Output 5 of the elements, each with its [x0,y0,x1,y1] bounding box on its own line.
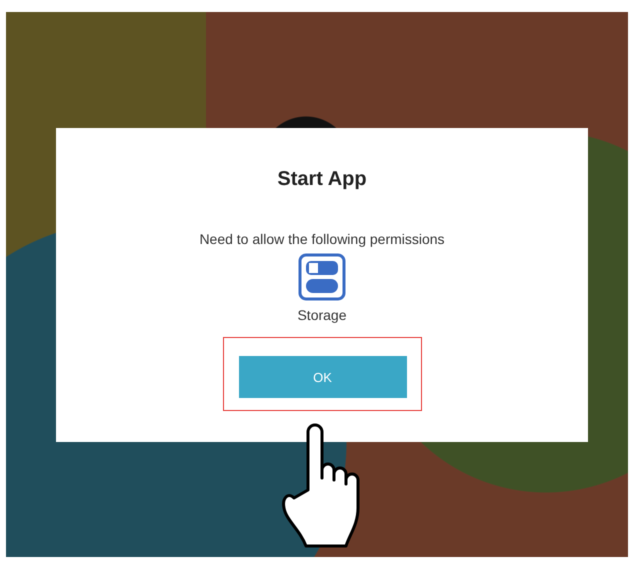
permission-label: Storage [297,307,347,323]
dialog-message: Need to allow the following permissions [199,231,445,247]
ok-button[interactable]: OK [238,356,406,398]
storage-icon [298,253,346,301]
dialog-title: Start App [277,168,367,191]
